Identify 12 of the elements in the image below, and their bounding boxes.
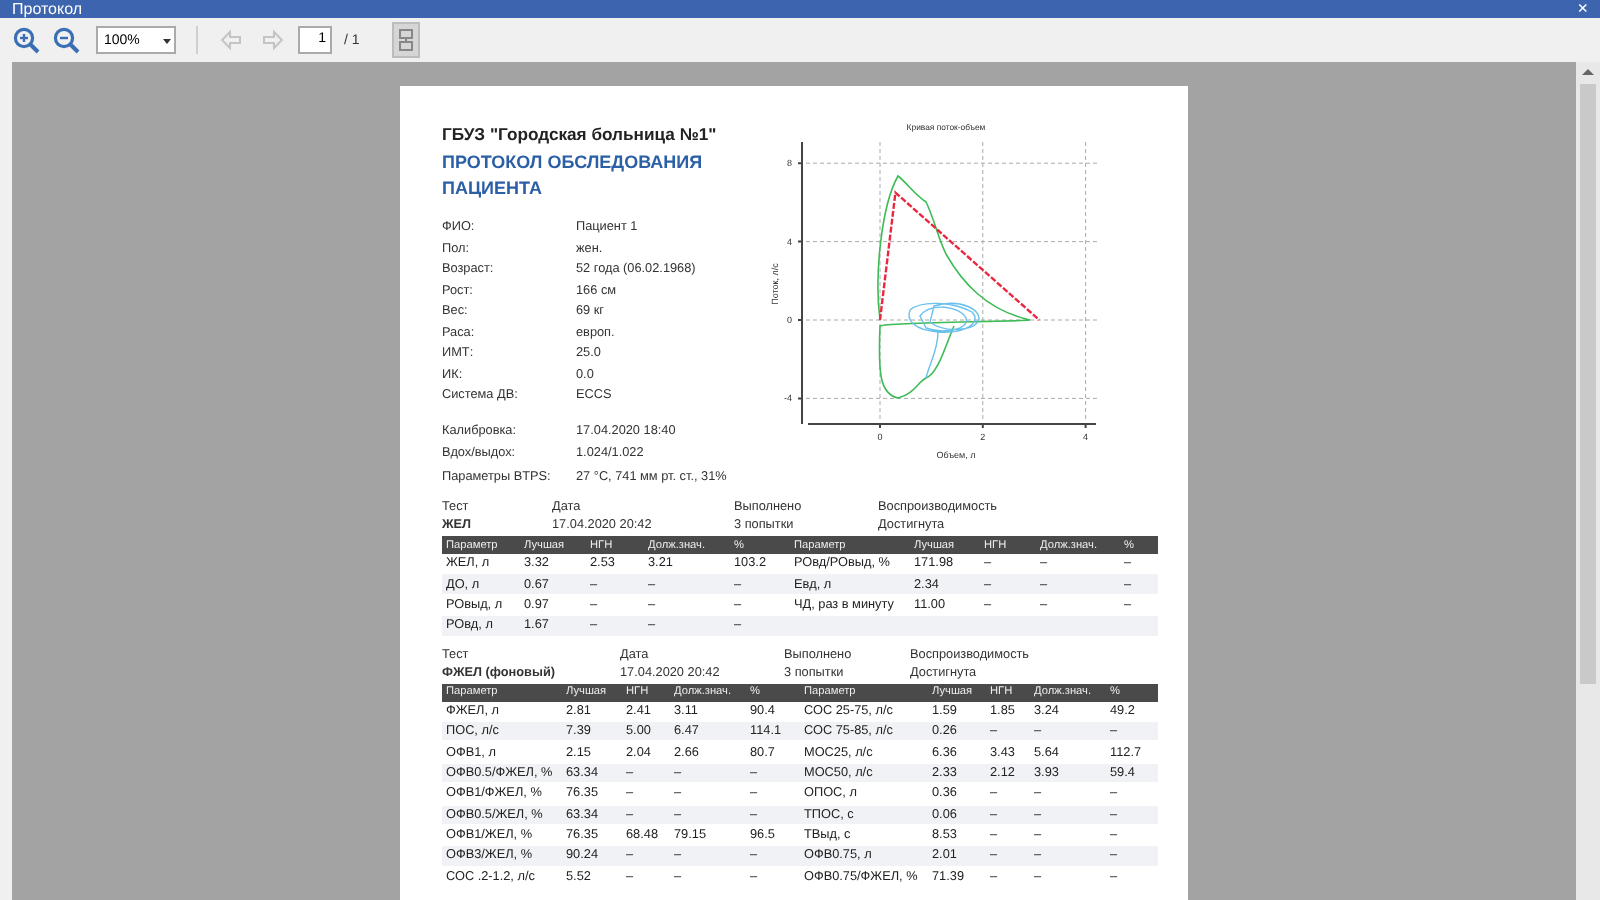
zoom-in-icon[interactable] <box>12 26 40 54</box>
scroll-thumb[interactable] <box>1580 84 1596 684</box>
zoom-out-icon[interactable] <box>52 26 80 54</box>
fit-page-button[interactable] <box>391 22 420 58</box>
scrollbar[interactable] <box>1576 62 1600 900</box>
organization-name: ГБУЗ "Городская больница №1" <box>442 124 719 144</box>
window-title: Протокол <box>12 0 83 18</box>
report-heading: ПРОТОКОЛ ОБСЛЕДОВАНИЯ ПАЦИЕНТА <box>442 150 705 200</box>
tidal-loops <box>908 302 980 379</box>
caret-icon <box>160 33 174 47</box>
fit-page-icon <box>397 28 414 52</box>
close-button[interactable]: × <box>1577 0 1588 18</box>
